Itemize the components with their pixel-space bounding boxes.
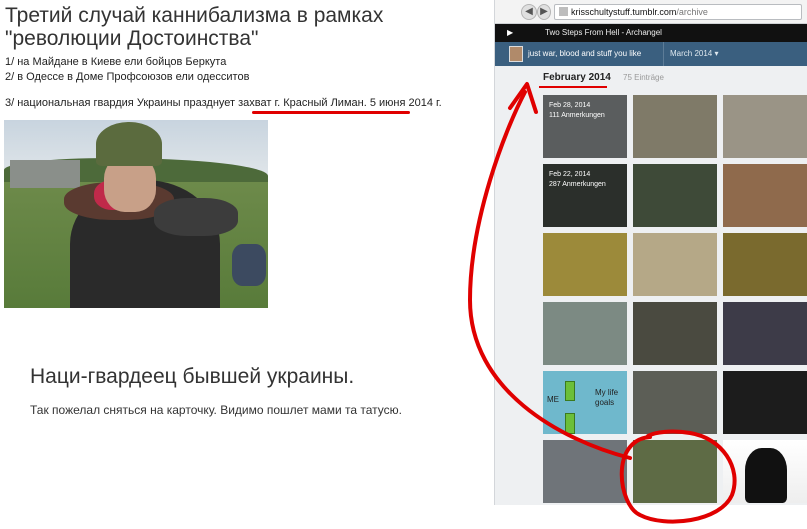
tile-date: Feb 28, 2014 (549, 102, 591, 109)
archive-tile[interactable] (633, 95, 717, 158)
archive-tile[interactable]: Feb 22, 2014 287 Anmerkungen (543, 164, 627, 227)
main-photo (4, 120, 268, 308)
red-underline-annotation-month (539, 86, 607, 88)
site-favicon-icon (559, 7, 568, 16)
photo-building (10, 160, 80, 188)
fact-item-1: 1/ на Майдане в Киеве ели бойцов Беркута (5, 56, 227, 68)
archive-tile[interactable] (633, 371, 717, 434)
blog-title[interactable]: just war, blood and stuff you like (528, 42, 641, 66)
tile-date-label: Feb 28, 2014 111 Anmerkungen (549, 101, 605, 121)
archive-tile[interactable] (543, 440, 627, 503)
archive-tile[interactable] (633, 164, 717, 227)
photo-bag (232, 244, 266, 286)
tile-date-label: Feb 22, 2014 287 Anmerkungen (549, 170, 606, 190)
archive-tile[interactable] (633, 440, 717, 503)
tile-notes: 111 Anmerkungen (549, 112, 605, 119)
fact-item-3: 3/ национальная гвардия Украины празднуе… (5, 97, 442, 109)
url-domain: krisschultystuff.tumblr.com (571, 7, 677, 17)
fact-3-highlight: г. Красный Лиман. 5 июня 2014 г. (274, 97, 442, 109)
flappy-pipe-icon-2 (565, 413, 575, 434)
browser-toolbar: ◀ ▶ krisschultystuff.tumblr.com/archive (495, 0, 807, 24)
play-icon[interactable]: ▶ (507, 24, 513, 42)
bottom-strip (0, 505, 313, 529)
archive-tile[interactable] (543, 302, 627, 365)
browser-screenshot: ◀ ▶ krisschultystuff.tumblr.com/archive … (494, 0, 807, 505)
caption-subtitle: Так пожелал сняться на карточку. Видимо … (30, 403, 402, 417)
archive-tile[interactable] (723, 440, 807, 503)
archive-tile[interactable] (723, 371, 807, 434)
blog-avatar[interactable] (509, 46, 523, 62)
archive-tile[interactable] (723, 164, 807, 227)
flappy-side-text: ME (547, 395, 559, 404)
music-track-title: Two Steps From Hell - Archangel (545, 28, 662, 37)
back-arrow-icon[interactable]: ◀ (521, 4, 537, 20)
url-path: /archive (676, 7, 708, 17)
facts-list: 1/ на Майдане в Киеве ели бойцов Беркута… (5, 55, 249, 85)
month-selector-label: March 2014 (670, 49, 713, 58)
tile-figure (745, 448, 787, 503)
flappy-caption-2: goals (595, 398, 615, 407)
archive-tile[interactable] (543, 233, 627, 296)
flappy-caption-1: My life (595, 388, 619, 397)
photo-helmet (96, 122, 162, 166)
archive-tile[interactable] (633, 233, 717, 296)
flappy-meme-tile[interactable]: ME My life goals (543, 371, 627, 434)
music-player: ▶ Two Steps From Hell - Archangel (495, 24, 807, 42)
archive-tile[interactable] (723, 233, 807, 296)
tumblr-header: just war, blood and stuff you like March… (495, 42, 807, 66)
address-bar[interactable]: krisschultystuff.tumblr.com/archive (554, 4, 802, 20)
archive-entry-count: 75 Einträge (623, 73, 664, 82)
flappy-caption: My life goals (595, 388, 618, 408)
fact-item-2: 2/ в Одессе в Доме Профсоюзов ели одесси… (5, 71, 250, 83)
forward-arrow-icon[interactable]: ▶ (537, 4, 551, 20)
archive-tile[interactable] (723, 95, 807, 158)
caption-title: Наци-гвардеец бывшей украины. (30, 365, 355, 388)
tile-date: Feb 22, 2014 (549, 171, 591, 178)
photo-glove (154, 198, 238, 236)
archive-month-label: February 2014 (543, 72, 611, 83)
flappy-pipe-icon (565, 381, 575, 401)
archive-tile[interactable] (633, 302, 717, 365)
tile-notes: 287 Anmerkungen (549, 181, 606, 188)
red-underline-annotation (252, 111, 410, 114)
archive-tile[interactable]: Feb 28, 2014 111 Anmerkungen (543, 95, 627, 158)
article-headline: Третий случай каннибализма в рамках "рев… (5, 4, 384, 50)
month-selector[interactable]: March 2014 ▾ (663, 42, 719, 66)
fact-3-text: 3/ национальная гвардия Украины празднуе… (5, 97, 275, 109)
chevron-down-icon: ▾ (714, 49, 719, 58)
archive-tile[interactable] (723, 302, 807, 365)
